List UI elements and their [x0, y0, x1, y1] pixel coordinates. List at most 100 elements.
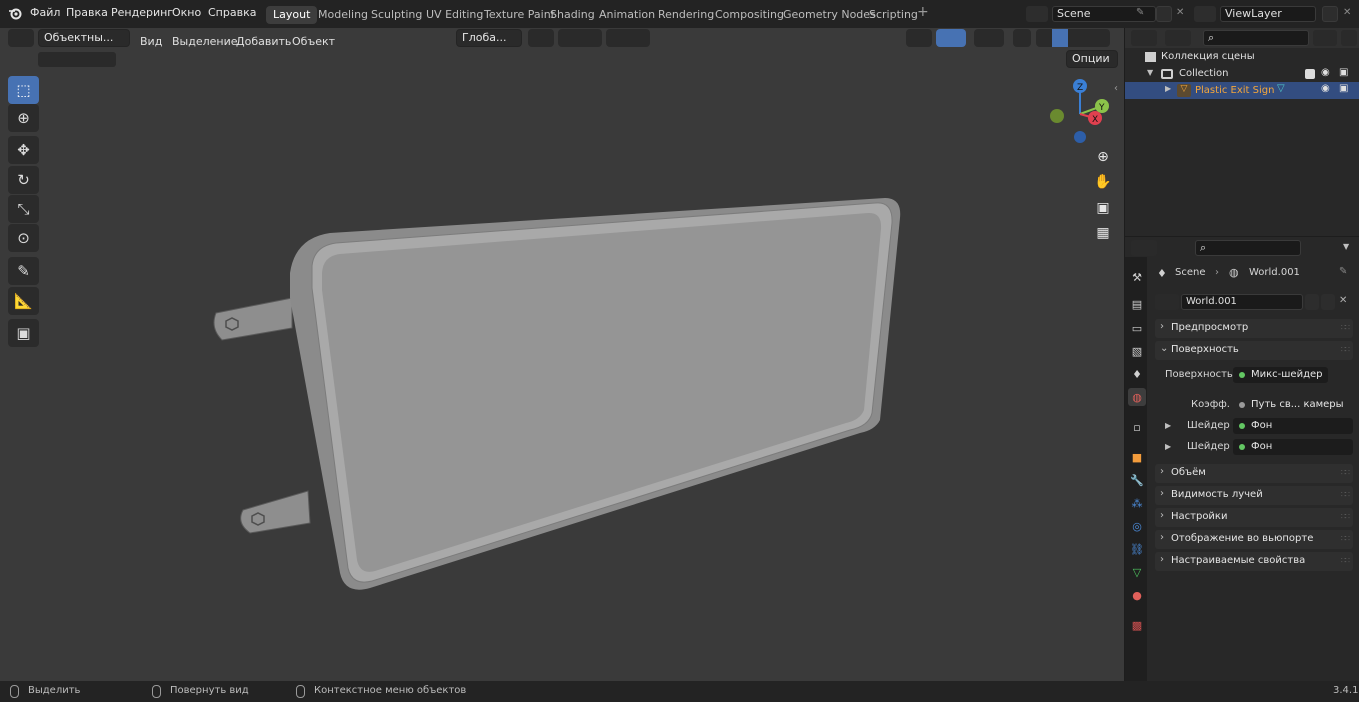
drag-handle-icon[interactable]: ∷∷ — [1341, 534, 1350, 543]
eye-icon[interactable]: ◉ — [1321, 67, 1330, 78]
drag-handle-icon[interactable]: ∷∷ — [1341, 490, 1350, 499]
blender-logo-icon[interactable] — [8, 6, 22, 20]
gizmo-neg-y-axis[interactable] — [1050, 109, 1064, 123]
breadcrumb-world: World.001 — [1249, 267, 1300, 278]
duplicate-icon[interactable] — [1321, 294, 1335, 310]
object-tab-icon[interactable]: ■ — [1128, 448, 1146, 466]
fac-label: Коэфф. — [1191, 399, 1230, 410]
status-bar: Выделить Повернуть вид Контекстное меню … — [0, 681, 1359, 702]
properties-editor: ⌕ ▼ ⚒ ▤ ▭ ▧ ♦ ◍ ▫ ■ 🔧 ⁂ ◎ ⛓ ▽ ● ▩ ♦ Scen… — [1125, 237, 1359, 681]
chevron-down-icon[interactable]: ▼ — [1343, 242, 1349, 251]
exclude-checkbox[interactable] — [1305, 69, 1315, 79]
physics-tab-icon[interactable]: ◎ — [1128, 517, 1146, 535]
render-tab-icon[interactable]: ▤ — [1128, 295, 1146, 313]
properties-search-input[interactable]: ⌕ — [1195, 240, 1301, 256]
shader2-field[interactable]: Фон — [1233, 439, 1353, 455]
outliner-row-scene-collection[interactable]: Коллекция сцены — [1125, 49, 1359, 66]
breadcrumb-scene: Scene — [1175, 267, 1206, 278]
panel-settings[interactable]: › Настройки ∷∷ — [1155, 508, 1353, 527]
scene-breadcrumb-icon: ♦ — [1157, 267, 1167, 280]
view-layer-tab-icon[interactable]: ▧ — [1128, 342, 1146, 360]
new-scene-button[interactable] — [1156, 6, 1172, 22]
constraints-tab-icon[interactable]: ⛓ — [1128, 540, 1146, 558]
collection-tab-icon[interactable]: ▫ — [1128, 418, 1146, 436]
menu-help[interactable]: Справка — [208, 6, 256, 19]
tool-tab-icon[interactable]: ⚒ — [1128, 268, 1146, 286]
display-mode-icon[interactable] — [1165, 30, 1191, 46]
zoom-icon[interactable]: ⊕ — [1091, 145, 1115, 169]
world-tab-icon[interactable]: ◍ — [1128, 388, 1146, 406]
view-layer-field[interactable]: ViewLayer — [1220, 6, 1316, 22]
scene-collection-icon — [1145, 52, 1156, 62]
pin-icon[interactable]: ✎ — [1339, 266, 1347, 277]
pan-hand-icon[interactable]: ✋ — [1091, 170, 1115, 194]
shader1-field[interactable]: Фон — [1233, 418, 1353, 434]
tab-scripting[interactable]: Scripting — [862, 6, 925, 24]
navigation-gizmo[interactable]: Z Y X — [1044, 76, 1116, 148]
drag-handle-icon[interactable]: ∷∷ — [1341, 468, 1350, 477]
tab-layout[interactable]: Layout — [266, 6, 318, 24]
chevron-down-icon[interactable]: ▼ — [1147, 68, 1153, 77]
close-scene-icon[interactable]: ✕ — [1176, 7, 1184, 18]
close-view-layer-icon[interactable]: ✕ — [1343, 7, 1351, 18]
panel-custom-properties[interactable]: › Настраиваемые свойства ∷∷ — [1155, 552, 1353, 571]
modifier-tab-icon[interactable]: 🔧 — [1128, 471, 1146, 489]
unlink-close-icon[interactable]: ✕ — [1339, 295, 1347, 306]
new-view-layer-button[interactable] — [1322, 6, 1338, 22]
camera-icon[interactable]: ▣ — [1091, 196, 1115, 220]
chevron-right-icon[interactable]: ▶ — [1165, 84, 1171, 93]
mesh-object-icon: ▽ — [1177, 84, 1191, 97]
surface-shader-field[interactable]: Микс-шейдер — [1233, 367, 1328, 383]
outliner-row-collection[interactable]: ▼ Collection ◉ ▣ — [1125, 66, 1359, 83]
world-browse-icon[interactable] — [1155, 294, 1179, 310]
mesh-data-icon[interactable]: ▽ — [1277, 83, 1285, 94]
filter-icon[interactable] — [1313, 30, 1337, 46]
search-icon: ⌕ — [1200, 241, 1207, 254]
expand-shader2-icon[interactable]: ▶ — [1165, 442, 1171, 451]
sidebar-toggle-icon[interactable]: ‹ — [1114, 83, 1118, 94]
material-tab-icon[interactable]: ● — [1128, 586, 1146, 604]
outliner-search-input[interactable]: ⌕ — [1203, 30, 1309, 46]
add-workspace-button[interactable]: + — [917, 4, 929, 20]
outliner-row-object[interactable]: ▶ ▽ Plastic Exit Sign ▽ ◉ ▣ — [1125, 82, 1359, 99]
panel-ray-visibility[interactable]: › Видимость лучей ∷∷ — [1155, 486, 1353, 505]
view-layer-selector-icon[interactable] — [1194, 6, 1216, 22]
drag-handle-icon[interactable]: ∷∷ — [1341, 323, 1350, 332]
gizmo-neg-z-axis[interactable] — [1074, 131, 1086, 143]
panel-surface[interactable]: ⌄ Поверхность ∷∷ — [1155, 341, 1353, 360]
outliner-editor-icon[interactable] — [1131, 30, 1157, 46]
pin-icon[interactable]: ✎ — [1136, 7, 1144, 18]
output-tab-icon[interactable]: ▭ — [1128, 319, 1146, 337]
plastic-exit-sign-object[interactable] — [0, 28, 1124, 681]
scene-selector-icon[interactable] — [1026, 6, 1048, 22]
3d-viewport[interactable]: Объектны... Вид Выделение Добавить Объек… — [0, 28, 1124, 681]
menu-edit[interactable]: Правка — [66, 6, 108, 19]
chevron-right-icon: › — [1160, 554, 1164, 565]
panel-volume[interactable]: › Объём ∷∷ — [1155, 464, 1353, 483]
drag-handle-icon[interactable]: ∷∷ — [1341, 556, 1350, 565]
grid-perspective-icon[interactable]: ▦ — [1091, 221, 1115, 245]
fac-field[interactable]: Путь св... камеры — [1233, 397, 1353, 413]
menu-render[interactable]: Рендеринг — [111, 6, 173, 19]
render-camera-icon[interactable]: ▣ — [1339, 67, 1348, 78]
particles-tab-icon[interactable]: ⁂ — [1128, 494, 1146, 512]
new-collection-icon[interactable] — [1341, 30, 1357, 46]
svg-text:Y: Y — [1098, 103, 1105, 113]
drag-handle-icon[interactable]: ∷∷ — [1341, 345, 1350, 354]
world-name-field[interactable]: World.001 — [1181, 294, 1303, 310]
menu-window[interactable]: Окно — [172, 6, 201, 19]
render-camera-icon[interactable]: ▣ — [1339, 83, 1348, 94]
scene-tab-icon[interactable]: ♦ — [1128, 365, 1146, 383]
properties-editor-icon[interactable] — [1131, 240, 1157, 256]
data-tab-icon[interactable]: ▽ — [1128, 563, 1146, 581]
panel-viewport-display[interactable]: › Отображение во вьюпорте ∷∷ — [1155, 530, 1353, 549]
panel-preview[interactable]: › Предпросмотр ∷∷ — [1155, 319, 1353, 338]
texture-tab-icon[interactable]: ▩ — [1128, 616, 1146, 634]
status-context-menu: Контекстное меню объектов — [314, 685, 467, 696]
fake-user-shield-icon[interactable] — [1305, 294, 1319, 310]
expand-shader1-icon[interactable]: ▶ — [1165, 421, 1171, 430]
top-bar: Файл Правка Рендеринг Окно Справка Layou… — [0, 0, 1359, 28]
drag-handle-icon[interactable]: ∷∷ — [1341, 512, 1350, 521]
eye-icon[interactable]: ◉ — [1321, 83, 1330, 94]
menu-file[interactable]: Файл — [30, 6, 60, 19]
